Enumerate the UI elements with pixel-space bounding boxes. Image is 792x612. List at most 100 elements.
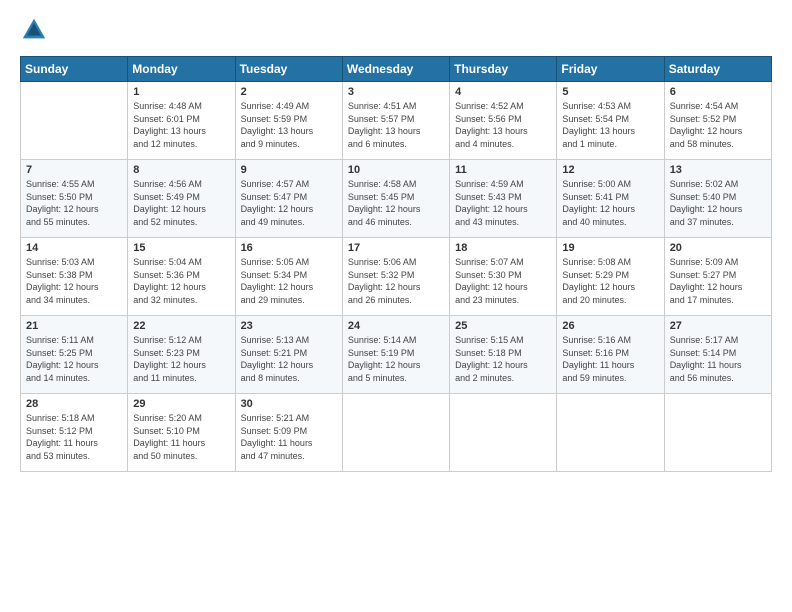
calendar-cell — [450, 394, 557, 472]
day-info: Sunrise: 4:54 AM Sunset: 5:52 PM Dayligh… — [670, 100, 766, 150]
main-container: SundayMondayTuesdayWednesdayThursdayFrid… — [0, 0, 792, 482]
day-info: Sunrise: 4:53 AM Sunset: 5:54 PM Dayligh… — [562, 100, 658, 150]
day-info: Sunrise: 5:14 AM Sunset: 5:19 PM Dayligh… — [348, 334, 444, 384]
calendar-cell: 24 Sunrise: 5:14 AM Sunset: 5:19 PM Dayli… — [342, 316, 449, 394]
calendar-cell: 1 Sunrise: 4:48 AM Sunset: 6:01 PM Daylig… — [128, 82, 235, 160]
day-of-week-header: Tuesday — [235, 57, 342, 82]
calendar-cell — [21, 82, 128, 160]
day-number: 15 — [133, 242, 229, 254]
day-number: 24 — [348, 320, 444, 332]
day-number: 4 — [455, 86, 551, 98]
day-info: Sunrise: 5:04 AM Sunset: 5:36 PM Dayligh… — [133, 256, 229, 306]
day-info: Sunrise: 5:18 AM Sunset: 5:12 PM Dayligh… — [26, 412, 122, 462]
calendar-cell: 4 Sunrise: 4:52 AM Sunset: 5:56 PM Daylig… — [450, 82, 557, 160]
day-info: Sunrise: 4:58 AM Sunset: 5:45 PM Dayligh… — [348, 178, 444, 228]
day-number: 16 — [241, 242, 337, 254]
day-info: Sunrise: 5:00 AM Sunset: 5:41 PM Dayligh… — [562, 178, 658, 228]
calendar-cell: 23 Sunrise: 5:13 AM Sunset: 5:21 PM Dayli… — [235, 316, 342, 394]
day-of-week-header: Thursday — [450, 57, 557, 82]
day-info: Sunrise: 5:16 AM Sunset: 5:16 PM Dayligh… — [562, 334, 658, 384]
day-number: 30 — [241, 398, 337, 410]
day-info: Sunrise: 5:17 AM Sunset: 5:14 PM Dayligh… — [670, 334, 766, 384]
day-number: 6 — [670, 86, 766, 98]
calendar-cell: 18Sunrise: 5:07 AM Sunset: 5:30 PM Dayli… — [450, 238, 557, 316]
day-number: 3 — [348, 86, 444, 98]
day-of-week-header: Wednesday — [342, 57, 449, 82]
logo — [20, 16, 52, 44]
day-number: 25 — [455, 320, 551, 332]
day-number: 2 — [241, 86, 337, 98]
day-info: Sunrise: 5:07 AM Sunset: 5:30 PM Dayligh… — [455, 256, 551, 306]
day-info: Sunrise: 4:48 AM Sunset: 6:01 PM Dayligh… — [133, 100, 229, 150]
day-info: Sunrise: 5:11 AM Sunset: 5:25 PM Dayligh… — [26, 334, 122, 384]
calendar-cell: 29Sunrise: 5:20 AM Sunset: 5:10 PM Dayli… — [128, 394, 235, 472]
day-info: Sunrise: 4:51 AM Sunset: 5:57 PM Dayligh… — [348, 100, 444, 150]
day-info: Sunrise: 5:21 AM Sunset: 5:09 PM Dayligh… — [241, 412, 337, 462]
header-row — [20, 16, 772, 44]
calendar-cell: 13 Sunrise: 5:02 AM Sunset: 5:40 PM Dayli… — [664, 160, 771, 238]
day-of-week-header: Sunday — [21, 57, 128, 82]
day-number: 14 — [26, 242, 122, 254]
calendar-cell: 16Sunrise: 5:05 AM Sunset: 5:34 PM Dayli… — [235, 238, 342, 316]
calendar-cell: 9 Sunrise: 4:57 AM Sunset: 5:47 PM Daylig… — [235, 160, 342, 238]
day-info: Sunrise: 5:08 AM Sunset: 5:29 PM Dayligh… — [562, 256, 658, 306]
day-number: 5 — [562, 86, 658, 98]
calendar-cell: 19 Sunrise: 5:08 AM Sunset: 5:29 PM Dayli… — [557, 238, 664, 316]
calendar-cell: 22Sunrise: 5:12 AM Sunset: 5:23 PM Dayli… — [128, 316, 235, 394]
day-info: Sunrise: 5:06 AM Sunset: 5:32 PM Dayligh… — [348, 256, 444, 306]
calendar-cell: 7 Sunrise: 4:55 AM Sunset: 5:50 PM Daylig… — [21, 160, 128, 238]
calendar-cell: 3 Sunrise: 4:51 AM Sunset: 5:57 PM Daylig… — [342, 82, 449, 160]
calendar-cell: 25 Sunrise: 5:15 AM Sunset: 5:18 PM Dayli… — [450, 316, 557, 394]
day-number: 27 — [670, 320, 766, 332]
day-info: Sunrise: 5:13 AM Sunset: 5:21 PM Dayligh… — [241, 334, 337, 384]
calendar-cell: 8 Sunrise: 4:56 AM Sunset: 5:49 PM Daylig… — [128, 160, 235, 238]
day-number: 1 — [133, 86, 229, 98]
calendar-table: SundayMondayTuesdayWednesdayThursdayFrid… — [20, 56, 772, 472]
calendar-week-row: 7 Sunrise: 4:55 AM Sunset: 5:50 PM Daylig… — [21, 160, 772, 238]
day-of-week-header: Friday — [557, 57, 664, 82]
day-number: 21 — [26, 320, 122, 332]
day-info: Sunrise: 5:15 AM Sunset: 5:18 PM Dayligh… — [455, 334, 551, 384]
day-number: 17 — [348, 242, 444, 254]
calendar-cell: 27 Sunrise: 5:17 AM Sunset: 5:14 PM Dayli… — [664, 316, 771, 394]
day-number: 8 — [133, 164, 229, 176]
day-of-week-header: Saturday — [664, 57, 771, 82]
day-number: 23 — [241, 320, 337, 332]
day-info: Sunrise: 4:52 AM Sunset: 5:56 PM Dayligh… — [455, 100, 551, 150]
calendar-cell: 11Sunrise: 4:59 AM Sunset: 5:43 PM Dayli… — [450, 160, 557, 238]
calendar-cell: 28 Sunrise: 5:18 AM Sunset: 5:12 PM Dayli… — [21, 394, 128, 472]
day-number: 7 — [26, 164, 122, 176]
calendar-cell — [557, 394, 664, 472]
calendar-cell: 2 Sunrise: 4:49 AM Sunset: 5:59 PM Daylig… — [235, 82, 342, 160]
calendar-week-row: 14 Sunrise: 5:03 AM Sunset: 5:38 PM Dayli… — [21, 238, 772, 316]
day-info: Sunrise: 5:02 AM Sunset: 5:40 PM Dayligh… — [670, 178, 766, 228]
day-of-week-header: Monday — [128, 57, 235, 82]
day-number: 20 — [670, 242, 766, 254]
calendar-week-row: 1 Sunrise: 4:48 AM Sunset: 6:01 PM Daylig… — [21, 82, 772, 160]
day-number: 28 — [26, 398, 122, 410]
day-info: Sunrise: 4:57 AM Sunset: 5:47 PM Dayligh… — [241, 178, 337, 228]
calendar-cell: 20 Sunrise: 5:09 AM Sunset: 5:27 PM Dayli… — [664, 238, 771, 316]
calendar-cell — [342, 394, 449, 472]
day-info: Sunrise: 5:09 AM Sunset: 5:27 PM Dayligh… — [670, 256, 766, 306]
day-number: 11 — [455, 164, 551, 176]
calendar-cell — [664, 394, 771, 472]
day-number: 29 — [133, 398, 229, 410]
day-info: Sunrise: 4:55 AM Sunset: 5:50 PM Dayligh… — [26, 178, 122, 228]
calendar-cell: 17 Sunrise: 5:06 AM Sunset: 5:32 PM Dayli… — [342, 238, 449, 316]
day-info: Sunrise: 5:03 AM Sunset: 5:38 PM Dayligh… — [26, 256, 122, 306]
calendar-cell: 15 Sunrise: 5:04 AM Sunset: 5:36 PM Dayli… — [128, 238, 235, 316]
day-info: Sunrise: 4:56 AM Sunset: 5:49 PM Dayligh… — [133, 178, 229, 228]
day-number: 10 — [348, 164, 444, 176]
day-info: Sunrise: 4:49 AM Sunset: 5:59 PM Dayligh… — [241, 100, 337, 150]
day-number: 9 — [241, 164, 337, 176]
calendar-cell: 10 Sunrise: 4:58 AM Sunset: 5:45 PM Dayli… — [342, 160, 449, 238]
calendar-cell: 6 Sunrise: 4:54 AM Sunset: 5:52 PM Daylig… — [664, 82, 771, 160]
day-number: 13 — [670, 164, 766, 176]
day-number: 19 — [562, 242, 658, 254]
calendar-week-row: 21 Sunrise: 5:11 AM Sunset: 5:25 PM Dayli… — [21, 316, 772, 394]
day-info: Sunrise: 5:12 AM Sunset: 5:23 PM Dayligh… — [133, 334, 229, 384]
calendar-cell: 14 Sunrise: 5:03 AM Sunset: 5:38 PM Dayli… — [21, 238, 128, 316]
calendar-cell: 21 Sunrise: 5:11 AM Sunset: 5:25 PM Dayli… — [21, 316, 128, 394]
day-number: 12 — [562, 164, 658, 176]
